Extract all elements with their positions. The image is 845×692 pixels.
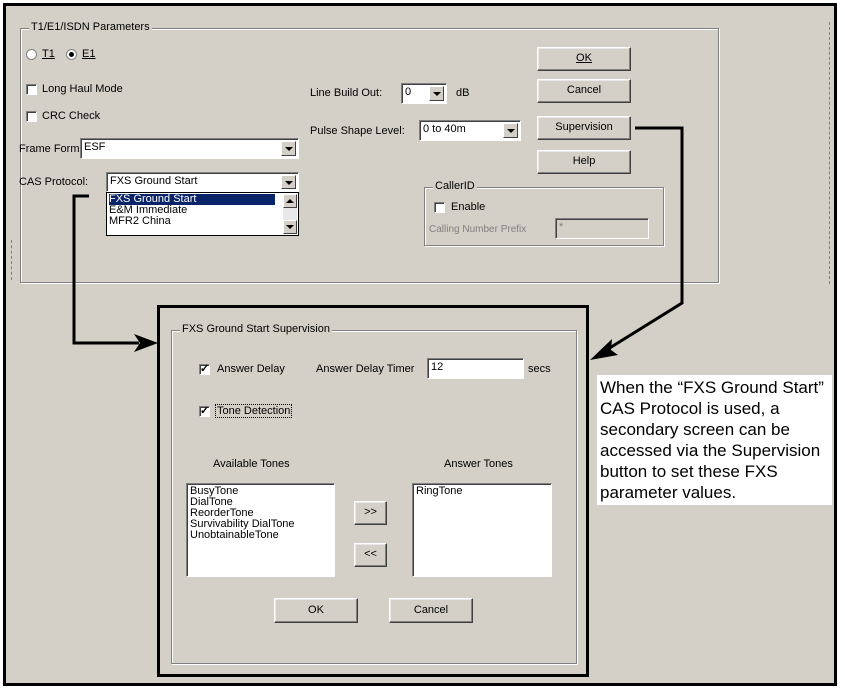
supervision-arrow-head bbox=[590, 339, 618, 360]
callout-note: When the “FXS Ground Start” CAS Protocol… bbox=[597, 375, 832, 505]
cas-arrow-line bbox=[72, 194, 139, 345]
supervision-arrow-line bbox=[607, 126, 684, 351]
callout-arrows bbox=[72, 126, 684, 360]
